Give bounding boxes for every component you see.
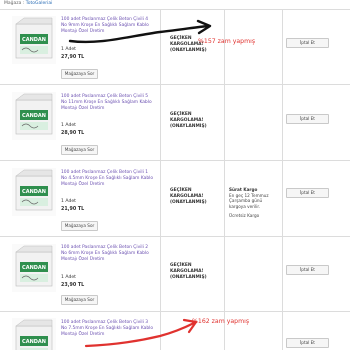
ask-store-button[interactable]: Mağazaya Sor	[61, 69, 98, 79]
product-image[interactable]: CANDAN	[12, 92, 56, 140]
svg-text:CANDAN: CANDAN	[22, 339, 46, 345]
shipping-deadline: En geç 12 Temmuz Çarşamba günü kargoya v…	[229, 192, 269, 209]
quantity: 1 Adet	[61, 275, 76, 280]
cancel-order-button[interactable]: İptal Et	[286, 114, 329, 124]
price: 21,90 TL	[61, 207, 85, 212]
quantity: 1 Adet	[61, 47, 76, 52]
price: 27,90 TL	[61, 55, 85, 60]
order-status: GEÇİKEN KARGOLAMA! (ONAYLANMIŞ)	[170, 36, 207, 53]
cancel-order-button[interactable]: İptal Et	[286, 338, 329, 348]
column-divider	[224, 9, 225, 350]
row-divider	[0, 160, 350, 161]
product-image[interactable]: CANDAN	[12, 16, 56, 64]
shipping-fee: Ücretsiz Kargo	[229, 213, 260, 218]
arrowhead-1	[196, 19, 212, 35]
product-title-link[interactable]: 100 adet Paslanmaz Çelik Beton Çivili 2 …	[61, 245, 155, 263]
row-divider	[0, 236, 350, 237]
row-divider	[0, 311, 350, 312]
cancel-order-button[interactable]: İptal Et	[286, 265, 329, 275]
order-status: GEÇİKEN KARGOLAMA! (ONAYLANMIŞ)	[170, 188, 207, 205]
svg-text:CANDAN: CANDAN	[22, 189, 46, 195]
price: 28,90 TL	[61, 131, 85, 136]
product-title-link[interactable]: 100 adet Paslanmaz Çelik Beton Çivili 4 …	[61, 17, 155, 35]
order-status: GEÇİKEN KARGOLAMA! (ONAYLANMIŞ)	[170, 263, 207, 280]
shipping-info: Sürat Kargo En geç 12 Temmuz Çarşamba gü…	[229, 187, 279, 219]
price: 23,90 TL	[61, 283, 85, 288]
product-image[interactable]: CANDAN	[12, 168, 56, 216]
product-title-link[interactable]: 100 adet Paslanmaz Çelik Beton Çivili 1 …	[61, 170, 155, 188]
store-breadcrumb: Mağaza : TotoGaleriai	[4, 1, 52, 6]
store-name-link[interactable]: TotoGaleriai	[26, 1, 53, 6]
product-image[interactable]: CANDAN	[12, 318, 56, 350]
ask-store-button[interactable]: Mağazaya Sor	[61, 145, 98, 155]
ask-store-button[interactable]: Mağazaya Sor	[61, 221, 98, 231]
product-title-link[interactable]: 100 adet Paslanmaz Çelik Beton Çivili 5 …	[61, 94, 155, 112]
column-divider	[282, 9, 283, 350]
quantity: 1 Adet	[61, 123, 76, 128]
order-status: GEÇİKEN KARGOLAMA! (ONAYLANMIŞ)	[170, 112, 207, 129]
ask-store-button[interactable]: Mağazaya Sor	[61, 295, 98, 305]
column-divider	[160, 9, 161, 350]
store-prefix: Mağaza :	[4, 1, 25, 6]
row-divider	[0, 9, 350, 10]
product-image[interactable]: CANDAN	[12, 244, 56, 292]
product-title-link[interactable]: 100 adet Paslanmaz Çelik Beton Çivili 3 …	[61, 320, 155, 338]
row-divider	[0, 84, 350, 85]
svg-text:CANDAN: CANDAN	[22, 37, 46, 43]
quantity: 1 Adet	[61, 199, 76, 204]
svg-text:CANDAN: CANDAN	[22, 265, 46, 271]
svg-text:CANDAN: CANDAN	[22, 113, 46, 119]
cancel-order-button[interactable]: İptal Et	[286, 188, 329, 198]
price-increase-note: %157 zam yapmış	[198, 38, 256, 45]
price-increase-note: %162 zam yapmış	[192, 318, 250, 325]
cancel-order-button[interactable]: İptal Et	[286, 38, 329, 48]
